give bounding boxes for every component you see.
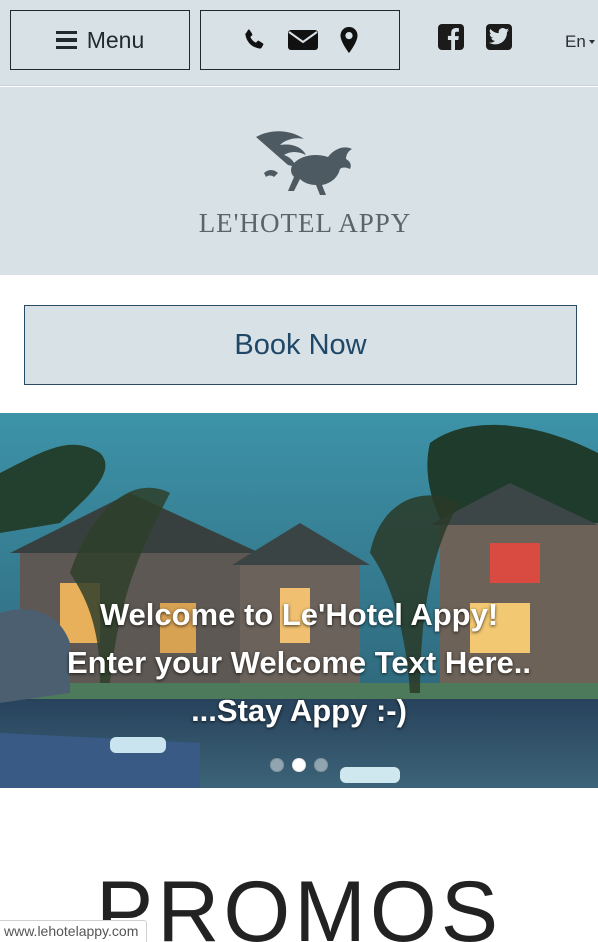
hero-line-3: ...Stay Appy :-) bbox=[191, 693, 407, 728]
envelope-icon[interactable] bbox=[287, 28, 319, 52]
slider-dot-2[interactable] bbox=[292, 758, 306, 772]
book-now-button[interactable]: Book Now bbox=[24, 305, 577, 385]
hero-line-1: Welcome to Le'Hotel Appy! bbox=[99, 597, 499, 632]
contact-group bbox=[200, 10, 400, 70]
slider-dots bbox=[270, 758, 328, 772]
facebook-icon[interactable] bbox=[438, 24, 464, 50]
social-links bbox=[438, 24, 512, 50]
slider-dot-1[interactable] bbox=[270, 758, 284, 772]
chevron-down-icon bbox=[588, 40, 595, 44]
pegasus-icon bbox=[256, 131, 352, 195]
language-label: En bbox=[565, 32, 586, 51]
logo-area: LE'HOTEL APPY bbox=[0, 87, 598, 275]
hotel-name: LE'HOTEL APPY bbox=[198, 208, 412, 238]
menu-label: Menu bbox=[86, 26, 145, 53]
twitter-icon[interactable] bbox=[486, 24, 512, 50]
hero-slider[interactable]: Welcome to Le'Hotel Appy! Enter your Wel… bbox=[0, 413, 598, 788]
status-bar-url: www.lehotelappy.com bbox=[0, 920, 148, 942]
book-now-label: Book Now bbox=[234, 328, 367, 361]
hotel-logo[interactable]: LE'HOTEL APPY bbox=[198, 127, 412, 239]
hero-caption: Welcome to Le'Hotel Appy! Enter your Wel… bbox=[0, 591, 598, 735]
map-marker-icon[interactable] bbox=[339, 26, 359, 54]
language-selector[interactable]: En bbox=[565, 32, 595, 52]
hero-line-2: Enter your Welcome Text Here.. bbox=[66, 645, 531, 680]
slider-dot-3[interactable] bbox=[314, 758, 328, 772]
phone-icon[interactable] bbox=[241, 27, 267, 53]
hamburger-icon bbox=[55, 30, 77, 50]
menu-button[interactable]: Menu bbox=[10, 10, 190, 70]
top-bar: Menu En bbox=[0, 0, 598, 86]
